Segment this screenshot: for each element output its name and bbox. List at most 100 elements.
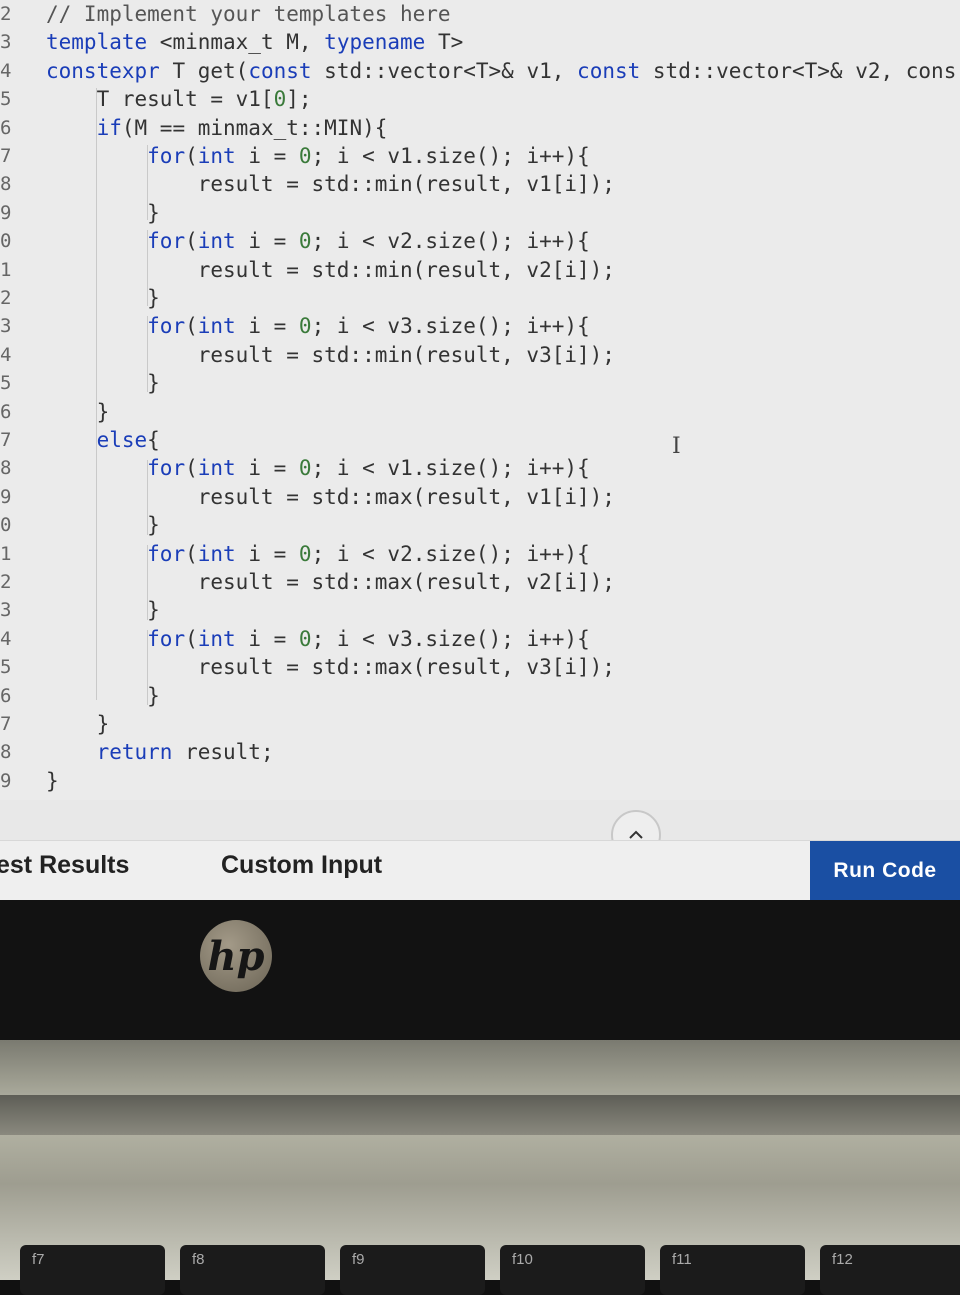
code-text: // Implement your templates here: [46, 2, 451, 26]
line-number: 5: [0, 656, 12, 679]
code-line[interactable]: 3 for(int i = 0; i < v3.size(); i++){: [0, 312, 960, 340]
code-text: result = std::min(result, v1[i]);: [46, 172, 615, 197]
code-line[interactable]: 8 result = std::min(result, v1[i]);: [0, 170, 960, 198]
code-text: }: [46, 768, 59, 793]
line-number: 2: [0, 3, 12, 25]
code-line[interactable]: 4 for(int i = 0; i < v3.size(); i++){: [0, 625, 960, 653]
code-line[interactable]: 1 for(int i = 0; i < v2.size(); i++){: [0, 540, 960, 568]
code-text: result = std::max(result, v3[i]);: [46, 655, 615, 680]
function-key-f10: f10: [500, 1245, 645, 1295]
indent-guide: [147, 630, 148, 705]
code-text: result = std::min(result, v2[i]);: [46, 257, 615, 282]
function-key-f8: f8: [180, 1245, 325, 1295]
code-text: result = std::max(result, v2[i]);: [46, 570, 615, 594]
code-text: result = std::max(result, v1[i]);: [46, 484, 615, 509]
line-number: 8: [0, 173, 12, 196]
line-number: 5: [0, 372, 12, 395]
line-number: 6: [0, 116, 12, 139]
code-line[interactable]: 7 }: [0, 710, 960, 738]
code-line[interactable]: 2 result = std::max(result, v2[i]);: [0, 568, 960, 596]
line-number: 3: [0, 31, 12, 54]
line-number: 4: [0, 59, 12, 82]
code-line[interactable]: 5 }: [0, 369, 960, 397]
code-line[interactable]: 6 }: [0, 398, 960, 426]
function-key-f9: f9: [340, 1245, 485, 1295]
line-number: 1: [0, 258, 12, 281]
code-text: }: [46, 683, 160, 708]
key-label: f12: [832, 1251, 853, 1268]
text-cursor-icon: I: [672, 434, 681, 459]
code-line[interactable]: 6 }: [0, 682, 960, 710]
code-line[interactable]: 4 constexpr T get(const std::vector<T>& v…: [0, 57, 960, 85]
code-line[interactable]: 7 for(int i = 0; i < v1.size(); i++){: [0, 142, 960, 170]
code-line[interactable]: 3 }: [0, 596, 960, 624]
code-line[interactable]: 2 // Implement your templates here: [0, 0, 960, 28]
code-text: }: [46, 200, 160, 225]
code-line[interactable]: 7 else{: [0, 426, 960, 454]
code-text: for(int i = 0; i < v3.size(); i++){: [147, 314, 590, 339]
function-key-f7: f7: [20, 1245, 165, 1295]
code-editor[interactable]: 2 // Implement your templates here 3 templa…: [0, 0, 960, 800]
screen: 2 // Implement your templates here 3 templa…: [0, 0, 960, 900]
tab-test-results[interactable]: est Results: [0, 851, 129, 880]
code-line[interactable]: 0 }: [0, 511, 960, 539]
line-number: 7: [0, 713, 12, 735]
indent-guide: [147, 230, 148, 306]
line-number: 0: [0, 514, 12, 537]
indent-guide: [96, 88, 97, 700]
code-text: for(int i = 0; i < v1.size(); i++){: [147, 144, 590, 168]
code-line[interactable]: 2 }: [0, 284, 960, 312]
function-key-f12: f12: [820, 1245, 960, 1295]
laptop-hinge: [0, 1095, 960, 1135]
tab-custom-input[interactable]: Custom Input: [221, 851, 382, 880]
code-line[interactable]: 1 result = std::min(result, v2[i]);: [0, 256, 960, 284]
line-number: 6: [0, 684, 12, 707]
laptop-bezel: [0, 900, 960, 1050]
line-number: 1: [0, 542, 12, 565]
code-text: T result = v1[0];: [46, 87, 312, 112]
hp-logo: hp: [200, 920, 272, 992]
code-text: constexpr T get(const std::vector<T>& v1…: [46, 58, 957, 83]
indent-guide: [147, 460, 148, 535]
indent-guide: [147, 545, 148, 620]
line-number: 2: [0, 287, 12, 309]
code-line[interactable]: 8 for(int i = 0; i < v1.size(); i++){: [0, 454, 960, 482]
line-number: 9: [0, 769, 12, 792]
code-line[interactable]: 9}: [0, 767, 960, 795]
line-number: 0: [0, 230, 12, 253]
line-number: 8: [0, 741, 12, 764]
code-text: else{: [96, 428, 160, 452]
code-text: for(int i = 0; i < v1.size(); i++){: [147, 456, 590, 481]
code-line[interactable]: 5 T result = v1[0];: [0, 85, 960, 113]
line-number: 6: [0, 400, 12, 423]
key-label: f9: [352, 1251, 365, 1268]
chevron-up-icon: [629, 830, 643, 839]
line-number: 7: [0, 429, 12, 451]
key-label: f8: [192, 1251, 205, 1268]
code-line[interactable]: 5 result = std::max(result, v3[i]);: [0, 653, 960, 681]
key-label: f10: [512, 1251, 533, 1268]
code-text: result = std::min(result, v3[i]);: [46, 342, 615, 367]
code-line[interactable]: 4 result = std::min(result, v3[i]);: [0, 341, 960, 369]
bottom-panel-bar: est Results Custom Input Run Code: [0, 840, 960, 900]
code-text: for(int i = 0; i < v2.size(); i++){: [147, 541, 590, 566]
code-line[interactable]: 0 for(int i = 0; i < v2.size(); i++){: [0, 227, 960, 255]
line-number: 7: [0, 145, 12, 167]
line-number: 3: [0, 315, 12, 338]
code-text: }: [46, 371, 160, 396]
line-number: 5: [0, 88, 12, 111]
code-text: return result;: [96, 740, 274, 765]
code-line[interactable]: 6 if(M == minmax_t::MIN){: [0, 114, 960, 142]
code-text: for(int i = 0; i < v3.size(); i++){: [147, 626, 590, 651]
laptop-body: [0, 1040, 960, 1280]
code-text: }: [46, 598, 160, 623]
code-line[interactable]: 9 result = std::max(result, v1[i]);: [0, 483, 960, 511]
line-number: 9: [0, 485, 12, 508]
run-code-button[interactable]: Run Code: [810, 841, 960, 900]
code-text: for(int i = 0; i < v2.size(); i++){: [147, 229, 590, 254]
code-line[interactable]: 8 return result;: [0, 738, 960, 766]
indent-guide: [147, 145, 148, 220]
code-text: if(M == minmax_t::MIN){: [96, 115, 388, 140]
code-line[interactable]: 3 template <minmax_t M, typename T>: [0, 28, 960, 56]
code-line[interactable]: 9 }: [0, 199, 960, 227]
